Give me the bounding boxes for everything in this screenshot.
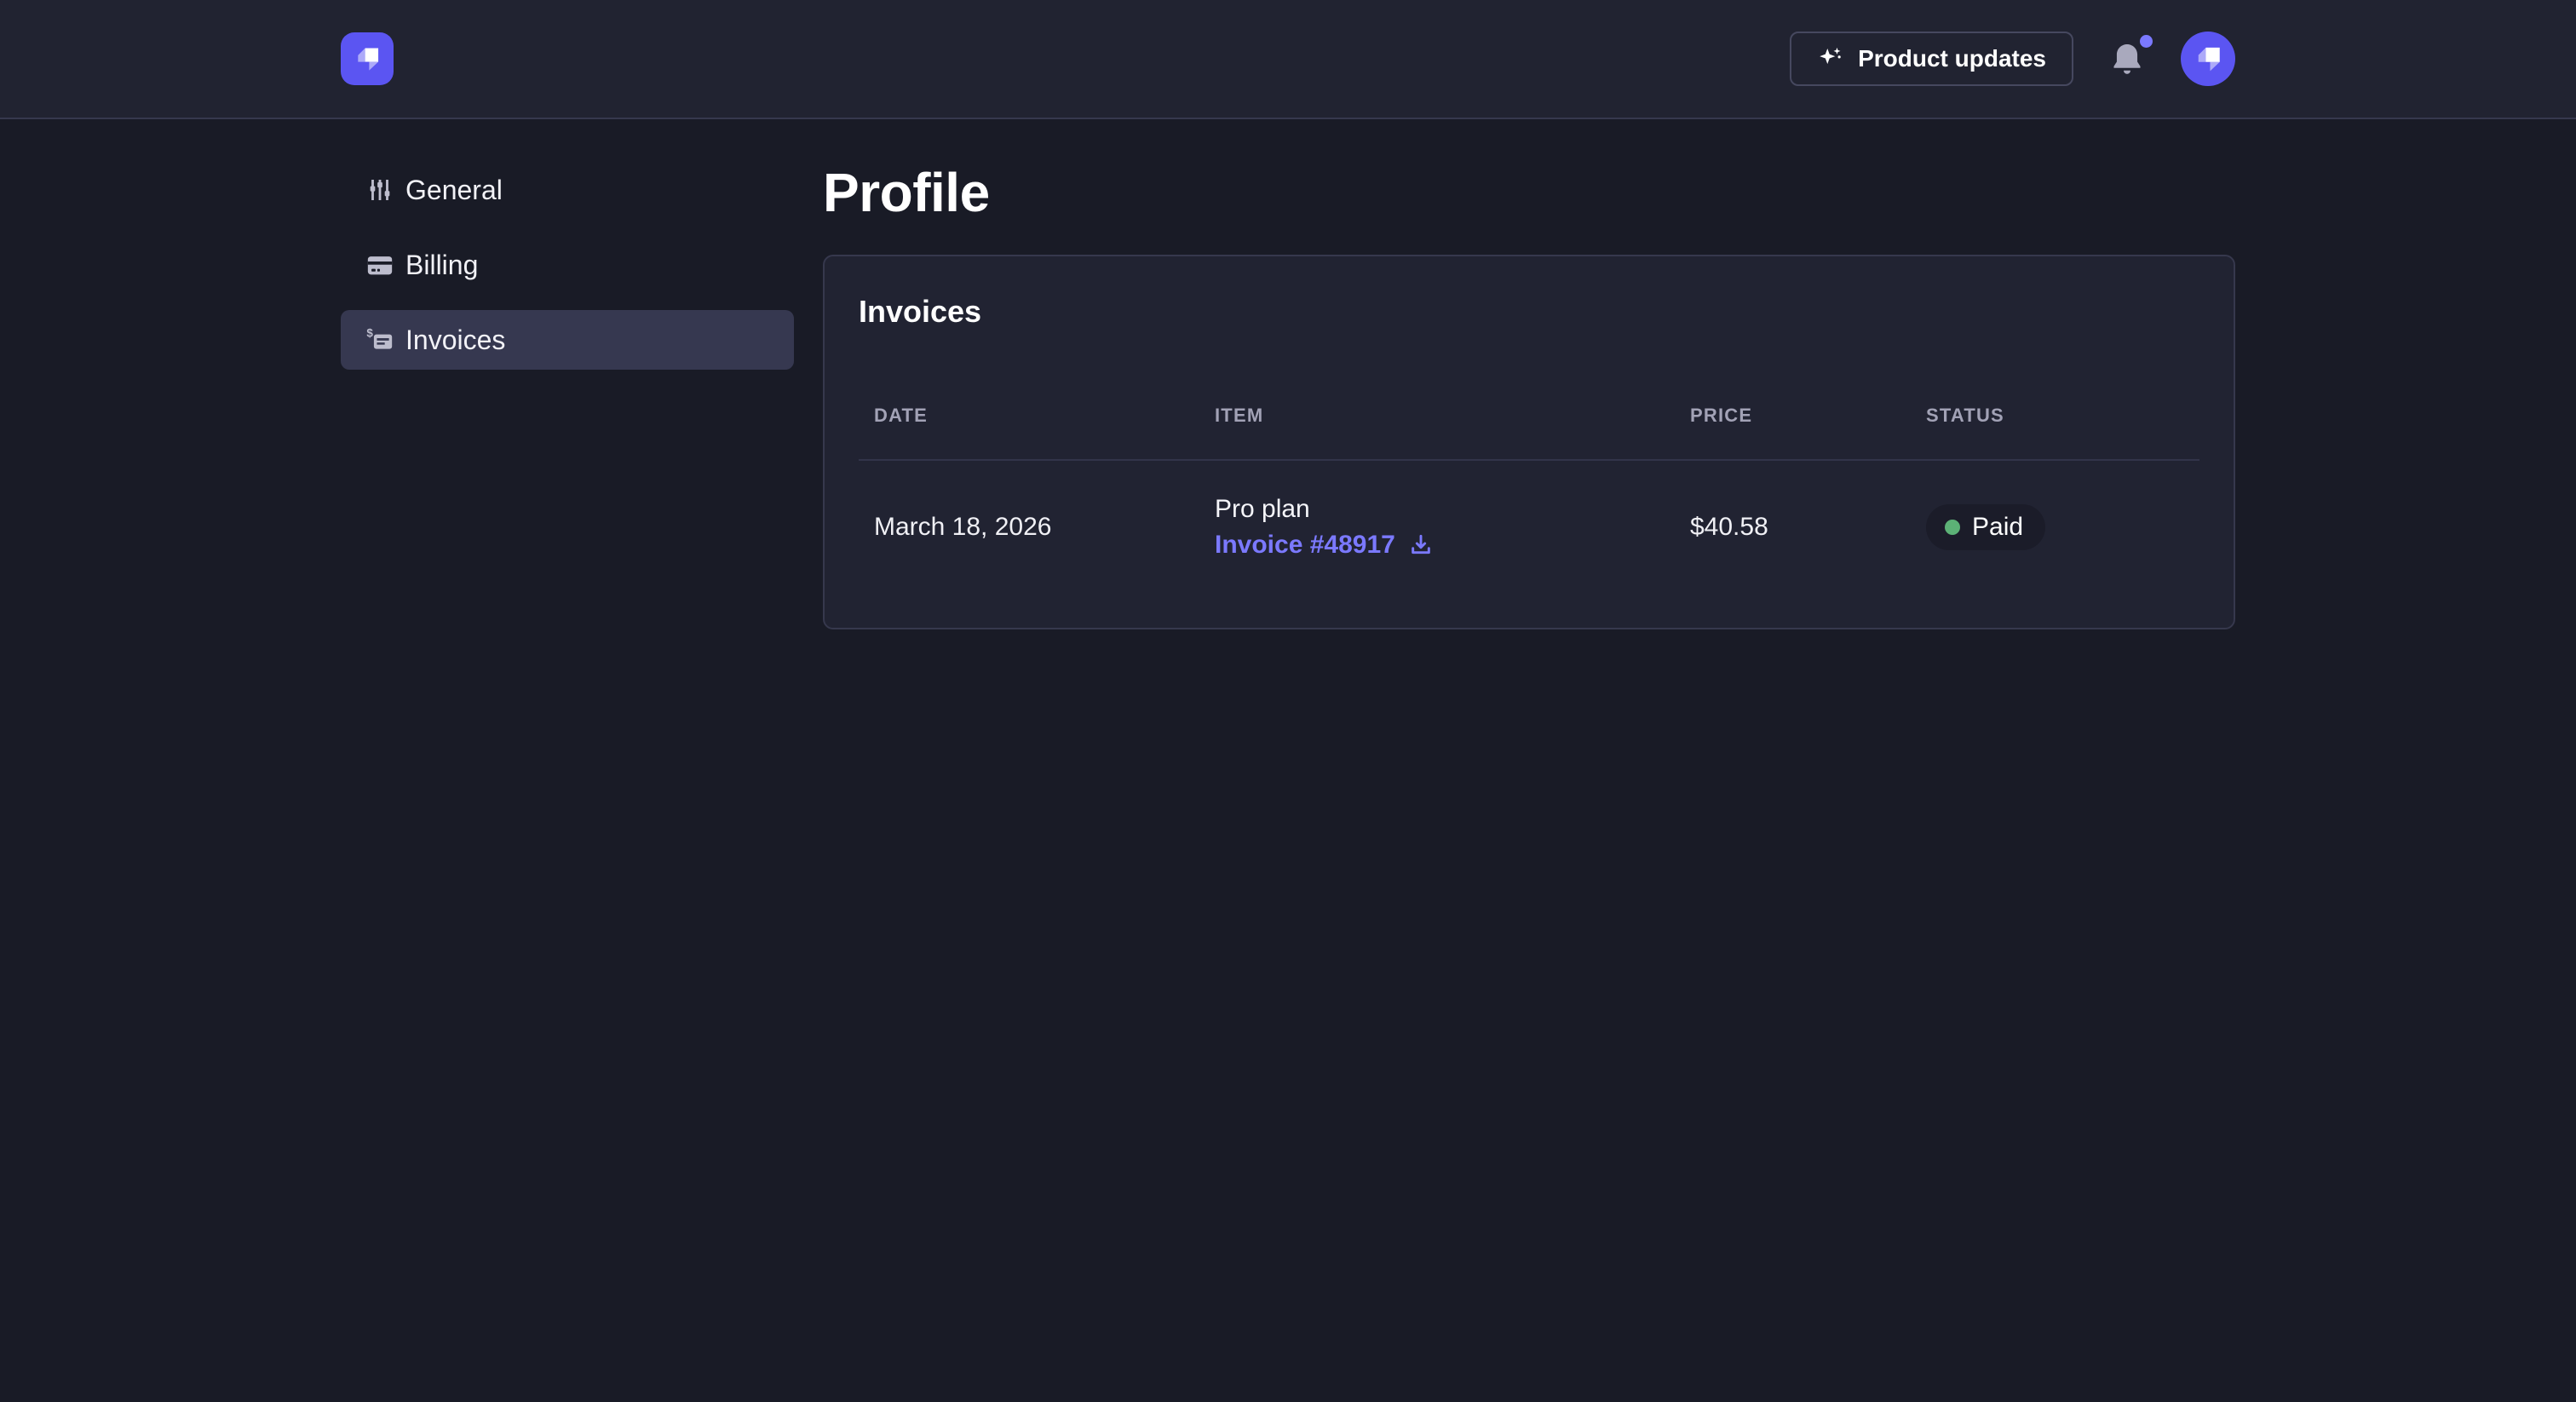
download-icon[interactable]	[1407, 531, 1435, 559]
column-header-date: Date	[859, 405, 1199, 460]
main-panel: Profile Invoices Date Item Price Status	[823, 160, 2235, 629]
sidebar-item-label: General	[405, 175, 503, 206]
invoices-table: Date Item Price Status March 18, 2026 Pr…	[859, 405, 2199, 592]
invoice-date: March 18, 2026	[859, 460, 1199, 592]
user-avatar[interactable]	[2181, 32, 2235, 86]
invoice-link[interactable]: Invoice #48917	[1215, 529, 1395, 561]
content-area: General Billing $	[0, 119, 2576, 629]
page-title: Profile	[823, 164, 2235, 222]
column-header-item: Item	[1199, 405, 1675, 460]
invoices-card: Invoices Date Item Price Status March 18…	[823, 255, 2235, 629]
product-updates-label: Product updates	[1858, 45, 2046, 72]
topbar: Product updates	[0, 0, 2576, 119]
app-root: Product updates	[0, 0, 2576, 629]
sidebar-item-label: Billing	[405, 250, 478, 281]
sidebar-item-label: Invoices	[405, 325, 505, 356]
status-badge: Paid	[1926, 504, 2045, 550]
sidebar-item-invoices[interactable]: $ Invoices	[341, 310, 794, 370]
sparkle-icon	[1817, 45, 1844, 72]
invoices-card-title: Invoices	[859, 294, 2199, 330]
paid-status-dot	[1945, 520, 1960, 535]
avatar-logo-icon	[2191, 42, 2225, 76]
status-label: Paid	[1972, 513, 2023, 542]
invoice-price: $40.58	[1675, 460, 1911, 592]
notifications-button[interactable]	[2107, 39, 2147, 78]
column-header-price: Price	[1675, 405, 1911, 460]
strapi-logo-icon	[351, 43, 383, 75]
column-header-status: Status	[1911, 405, 2199, 460]
invoice-icon: $	[365, 325, 395, 355]
sidebar-item-billing[interactable]: Billing	[341, 235, 794, 295]
credit-card-icon	[365, 250, 395, 280]
sliders-icon	[365, 175, 395, 205]
topbar-actions: Product updates	[1790, 32, 2235, 86]
notification-dot	[2140, 35, 2153, 48]
sidebar-item-general[interactable]: General	[341, 160, 794, 220]
table-row: March 18, 2026 Pro plan Invoice #48917	[859, 460, 2199, 592]
svg-text:$: $	[366, 326, 373, 339]
invoice-status-cell: Paid	[1911, 460, 2199, 592]
invoice-item-cell: Pro plan Invoice #48917	[1199, 460, 1675, 592]
product-updates-button[interactable]: Product updates	[1790, 32, 2073, 86]
table-header-row: Date Item Price Status	[859, 405, 2199, 460]
item-name: Pro plan	[1215, 493, 1675, 526]
invoice-link-row: Invoice #48917	[1215, 529, 1675, 561]
app-logo[interactable]	[341, 32, 394, 85]
settings-sidebar: General Billing $	[341, 160, 794, 629]
